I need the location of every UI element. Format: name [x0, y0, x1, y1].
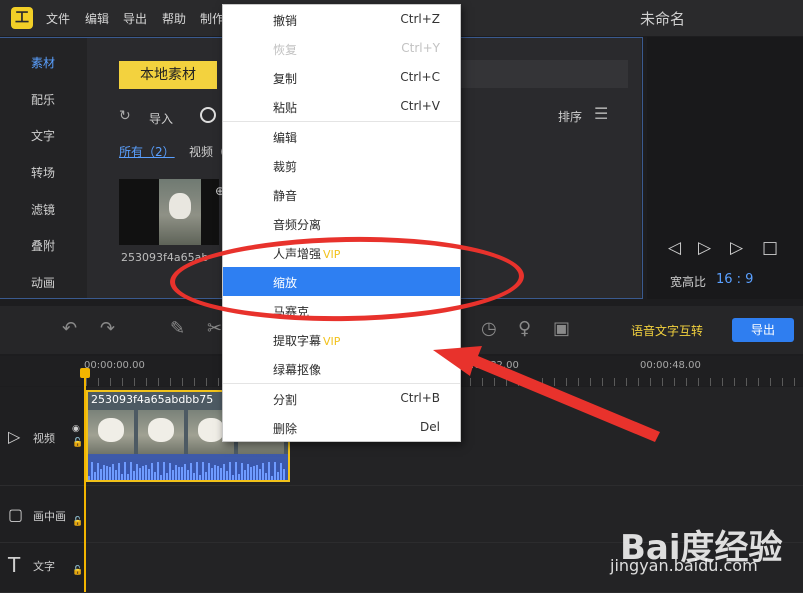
arrow-shape	[433, 346, 660, 442]
baidu-watermark-url: jingyan.baidu.com	[610, 556, 758, 575]
annotation-arrow	[433, 346, 660, 442]
